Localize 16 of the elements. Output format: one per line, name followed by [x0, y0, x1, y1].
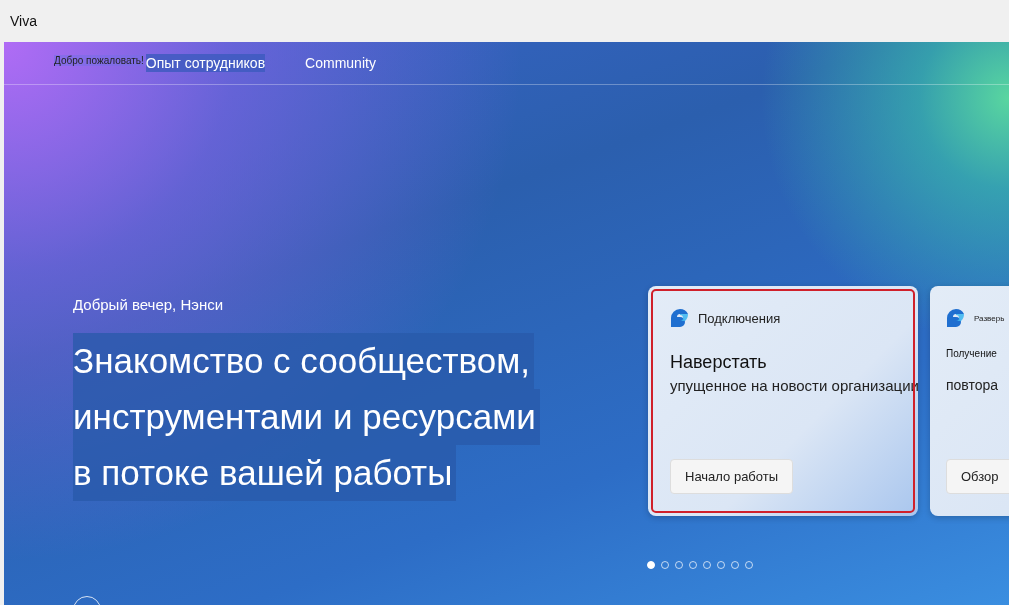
app-name: Подключения [698, 310, 781, 326]
app-logo-icon [670, 308, 690, 328]
card[interactable]: Разверь Получение повтора Обзор [930, 286, 1009, 516]
app-logo-icon [946, 308, 966, 328]
card-subtitle: повтора [946, 377, 999, 393]
window-title: Viva [10, 13, 37, 29]
greeting: Добрый вечер, Нэнси [73, 296, 225, 313]
carousel-dot[interactable] [647, 561, 655, 569]
nav-link[interactable]: Community [305, 54, 376, 72]
card-title: Получение [946, 348, 997, 359]
welcome-text: Добро пожаловать! [54, 54, 144, 66]
nav-link[interactable]: Опыт сотрудников [145, 54, 266, 72]
card-title: Наверстать [670, 352, 767, 373]
card-button[interactable]: Начало работы [670, 459, 794, 494]
card-button[interactable]: Обзор [946, 459, 1009, 494]
app-name: Разверь [974, 313, 1005, 323]
